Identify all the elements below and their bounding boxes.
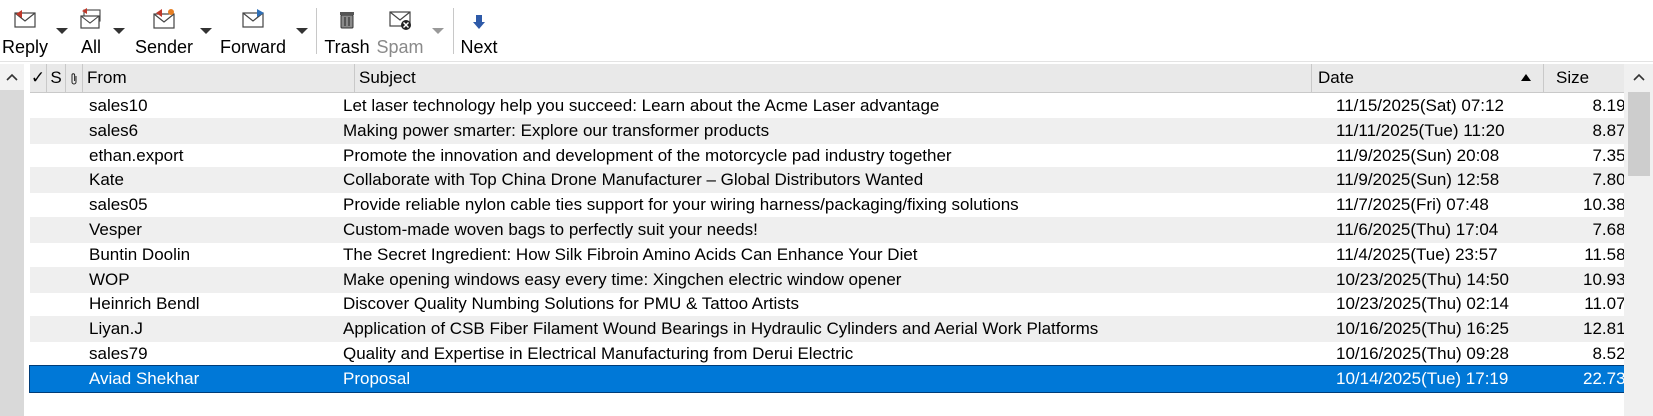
forward-button[interactable]: Forward xyxy=(220,4,286,58)
column-header-from[interactable]: From xyxy=(83,64,355,92)
reply-button[interactable]: Reply xyxy=(1,4,49,58)
message-from: Buntin Doolin xyxy=(89,244,191,264)
message-from: Vesper xyxy=(89,220,142,239)
table-row[interactable]: Vesper Custom-made woven bags to perfectl… xyxy=(30,217,1652,243)
forward-label: Forward xyxy=(220,37,287,57)
table-row[interactable]: Heinrich Bendl Discover Quality Numbing S… xyxy=(30,291,1652,317)
message-date: 11/4/2025(Tue) 23:57 xyxy=(1336,244,1498,264)
table-row[interactable]: sales79 Quality and Expertise in Electric… xyxy=(30,341,1652,367)
paperclip-icon xyxy=(71,72,77,84)
trash-label: Trash xyxy=(324,37,370,57)
folder-pane-collapse-bar[interactable] xyxy=(0,64,24,416)
table-row[interactable]: WOP Make opening windows easy every time:… xyxy=(30,266,1652,293)
message-subject: Proposal xyxy=(343,368,411,388)
envelope-sender-icon xyxy=(151,4,177,30)
reply-all-button[interactable]: All xyxy=(76,4,106,58)
next-label: Next xyxy=(460,37,498,57)
reply-label: Reply xyxy=(1,37,49,57)
next-button[interactable]: Next xyxy=(460,4,498,58)
message-from: Liyan.J xyxy=(89,319,143,339)
envelope-reply-icon xyxy=(12,4,38,30)
chevron-up-icon xyxy=(1632,73,1645,81)
message-list-header: ✓ S From Subject Date Size xyxy=(30,64,1624,93)
reply-all-label: All xyxy=(80,37,101,57)
message-from: Heinrich Bendl xyxy=(89,294,200,314)
message-date: 11/9/2025(Sun) 12:58 xyxy=(1336,170,1500,190)
column-header-status[interactable]: S xyxy=(47,64,66,92)
message-subject: Discover Quality Numbing Solutions for P… xyxy=(343,294,800,314)
table-row[interactable]: ethan.export Promote the innovation and d… xyxy=(30,143,1652,169)
reply-all-dropdown-arrow[interactable] xyxy=(113,28,125,34)
message-date: 10/23/2025(Thu) 02:14 xyxy=(1336,294,1509,314)
forward-dropdown-arrow[interactable] xyxy=(296,28,308,34)
column-header-date-label: Date xyxy=(1318,68,1354,87)
table-row[interactable]: Kate Collaborate with Top China Drone Man… xyxy=(30,167,1652,194)
arrow-down-icon xyxy=(472,4,486,30)
envelope-forward-icon xyxy=(240,4,266,30)
message-date: 11/6/2025(Thu) 17:04 xyxy=(1336,220,1499,239)
message-subject: Provide reliable nylon cable ties suppor… xyxy=(343,195,1019,215)
message-from: Aviad Shekhar xyxy=(89,368,200,388)
message-subject: Application of CSB Fiber Filament Wound … xyxy=(343,319,1099,339)
collapse-up-button[interactable] xyxy=(0,64,24,90)
message-date: 10/16/2025(Thu) 16:25 xyxy=(1336,319,1509,339)
trash-can-icon xyxy=(338,4,356,30)
column-header-attachment[interactable] xyxy=(66,64,83,92)
reply-sender-label: Sender xyxy=(134,37,194,57)
message-from: Kate xyxy=(89,170,124,190)
column-header-date[interactable]: Date xyxy=(1312,64,1544,92)
message-date: 10/23/2025(Thu) 14:50 xyxy=(1336,269,1509,289)
toolbar-divider xyxy=(0,61,1653,62)
message-date: 10/16/2025(Thu) 09:28 xyxy=(1336,344,1509,363)
reply-sender-button[interactable]: Sender xyxy=(134,4,194,58)
message-subject: Custom-made woven bags to perfectly suit… xyxy=(343,220,758,239)
spam-button[interactable]: Spam xyxy=(376,4,424,58)
toolbar-separator xyxy=(453,8,454,54)
table-row[interactable]: sales05 Provide reliable nylon cable ties… xyxy=(30,192,1652,218)
envelope-reply-all-icon xyxy=(78,4,104,30)
message-date: 11/15/2025(Sat) 07:12 xyxy=(1336,96,1504,115)
table-row[interactable]: Aviad Shekhar Proposal 10/14/2025(Tue) 17:… xyxy=(29,364,1652,393)
column-header-check[interactable]: ✓ xyxy=(30,64,47,92)
vertical-scrollbar[interactable] xyxy=(1624,64,1653,416)
sort-ascending-icon xyxy=(1521,74,1531,81)
message-from: ethan.export xyxy=(89,145,184,165)
column-header-subject[interactable]: Subject xyxy=(355,64,1312,92)
trash-button[interactable]: Trash xyxy=(324,4,370,58)
message-date: 11/7/2025(Fri) 07:48 xyxy=(1336,195,1489,215)
message-from: sales05 xyxy=(89,195,148,215)
message-date: 11/9/2025(Sun) 20:08 xyxy=(1336,145,1500,165)
spam-dropdown-arrow[interactable] xyxy=(432,28,444,34)
message-date: 10/14/2025(Tue) 17:19 xyxy=(1336,368,1509,388)
scrollbar-thumb[interactable] xyxy=(1628,92,1650,176)
message-from: sales79 xyxy=(89,344,148,363)
message-subject: Quality and Expertise in Electrical Manu… xyxy=(343,344,854,363)
chevron-up-icon xyxy=(6,73,18,81)
message-subject: Let laser technology help you succeed: L… xyxy=(343,96,940,115)
message-subject: Collaborate with Top China Drone Manufac… xyxy=(343,170,924,190)
table-row[interactable]: sales6 Making power smarter: Explore our … xyxy=(30,117,1652,144)
message-from: sales6 xyxy=(89,120,139,140)
message-date: 11/11/2025(Tue) 11:20 xyxy=(1336,120,1505,140)
envelope-spam-icon xyxy=(387,4,413,30)
message-from: WOP xyxy=(89,269,130,289)
table-row[interactable]: Liyan.J Application of CSB Fiber Filament… xyxy=(30,316,1652,343)
message-from: sales10 xyxy=(89,96,148,115)
toolbar: Reply All Sender Forward Trash Spam Next xyxy=(0,0,1653,62)
column-header-size[interactable]: Size xyxy=(1544,64,1624,92)
reply-dropdown-arrow[interactable] xyxy=(56,28,68,34)
toolbar-separator xyxy=(316,8,317,54)
message-subject: The Secret Ingredient: How Silk Fibroin … xyxy=(343,244,918,264)
sender-dropdown-arrow[interactable] xyxy=(200,28,212,34)
table-row[interactable]: sales10 Let laser technology help you suc… xyxy=(30,93,1652,119)
table-row[interactable]: Buntin Doolin The Secret Ingredient: How … xyxy=(30,242,1652,268)
message-subject: Promote the innovation and development o… xyxy=(343,145,952,165)
scroll-up-button[interactable] xyxy=(1624,64,1653,90)
message-subject: Making power smarter: Explore our transf… xyxy=(343,120,770,140)
message-subject: Make opening windows easy every time: Xi… xyxy=(343,269,902,289)
spam-label: Spam xyxy=(376,37,424,57)
